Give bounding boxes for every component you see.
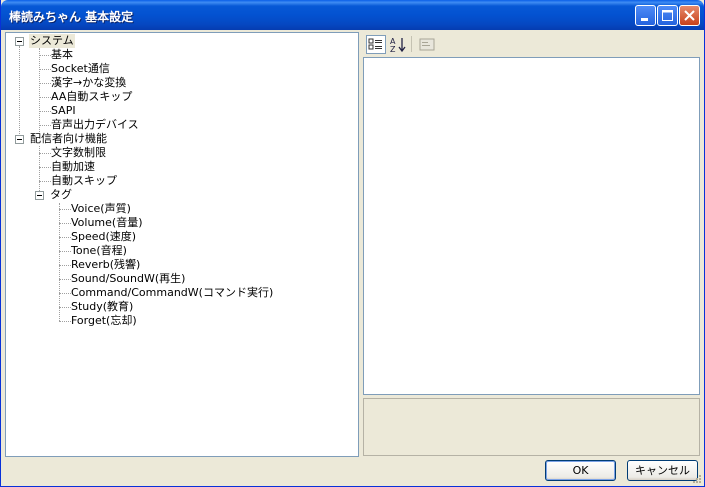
toolbar-separator — [411, 36, 412, 52]
property-grid-toolbar: A Z — [363, 32, 701, 56]
minimize-icon — [641, 18, 648, 21]
property-grid: A Z — [363, 32, 701, 457]
cancel-button[interactable]: キャンセル — [627, 460, 698, 481]
tree-item-sapi[interactable]: SAPI — [50, 104, 77, 118]
close-icon — [684, 10, 695, 21]
tree-guide — [59, 203, 60, 321]
title-bar[interactable]: 棒読みちゃん 基本設定 — [1, 0, 704, 30]
close-button[interactable] — [679, 5, 700, 26]
tree-collapse-toggle-streamer[interactable] — [15, 135, 24, 144]
resize-grip-icon[interactable] — [692, 474, 702, 484]
tree-item-streamer-features[interactable]: 配信者向け機能 — [29, 132, 108, 146]
minimize-button[interactable] — [635, 5, 656, 26]
window-title: 棒読みちゃん 基本設定 — [9, 10, 134, 24]
tree-item-basic[interactable]: 基本 — [50, 48, 74, 62]
svg-text:Z: Z — [390, 45, 396, 54]
tree-item-forget[interactable]: Forget(忘却) — [70, 314, 138, 328]
alphabetical-button[interactable]: A Z — [388, 35, 408, 54]
tree-collapse-toggle-system[interactable] — [15, 37, 24, 46]
tree-item-study[interactable]: Study(教育) — [70, 300, 134, 314]
tree-guide — [19, 46, 20, 138]
tree-item-reverb[interactable]: Reverb(残響) — [70, 258, 141, 272]
ok-button[interactable]: OK — [545, 460, 616, 481]
tree-item-auto-accel[interactable]: 自動加速 — [50, 160, 96, 174]
tree-item-system[interactable]: システム — [29, 34, 75, 48]
categorized-icon — [368, 38, 382, 50]
settings-tree[interactable]: システム 基本 Socket通信 漢字→かな変換 AA自動スキップ SAPI 音… — [5, 32, 359, 457]
tree-item-aa-skip[interactable]: AA自動スキップ — [50, 90, 133, 104]
tree-collapse-toggle-tag[interactable] — [35, 191, 44, 200]
tree-item-command[interactable]: Command/CommandW(コマンド実行) — [70, 286, 274, 300]
tree-item-tag[interactable]: タグ — [49, 188, 73, 202]
property-list[interactable] — [363, 57, 700, 395]
tree-item-char-limit[interactable]: 文字数制限 — [50, 146, 107, 160]
tree-item-sound[interactable]: Sound/SoundW(再生) — [70, 272, 186, 286]
property-description-pane — [363, 398, 700, 456]
categorized-button[interactable] — [366, 35, 386, 54]
sort-alphabetical-icon: A Z — [390, 37, 406, 54]
tree-item-voice[interactable]: Voice(声質) — [70, 202, 132, 216]
tree-item-speed[interactable]: Speed(速度) — [70, 230, 137, 244]
property-pages-icon — [419, 38, 435, 51]
tree-item-auto-skip[interactable]: 自動スキップ — [50, 174, 118, 188]
tree-item-kanji-kana[interactable]: 漢字→かな変換 — [50, 76, 127, 90]
tree-item-audio-device[interactable]: 音声出力デバイス — [50, 118, 140, 132]
tree-item-volume[interactable]: Volume(音量) — [70, 216, 144, 230]
tree-item-socket[interactable]: Socket通信 — [50, 62, 111, 76]
maximize-button[interactable] — [657, 5, 678, 26]
tree-item-tone[interactable]: Tone(音程) — [70, 244, 128, 258]
maximize-icon — [662, 10, 673, 21]
tree-guide — [39, 48, 40, 132]
property-pages-button[interactable] — [417, 35, 437, 54]
settings-window: 棒読みちゃん 基本設定 システム 基本 Socket通信 漢字→かな変換 AA自… — [0, 0, 705, 487]
